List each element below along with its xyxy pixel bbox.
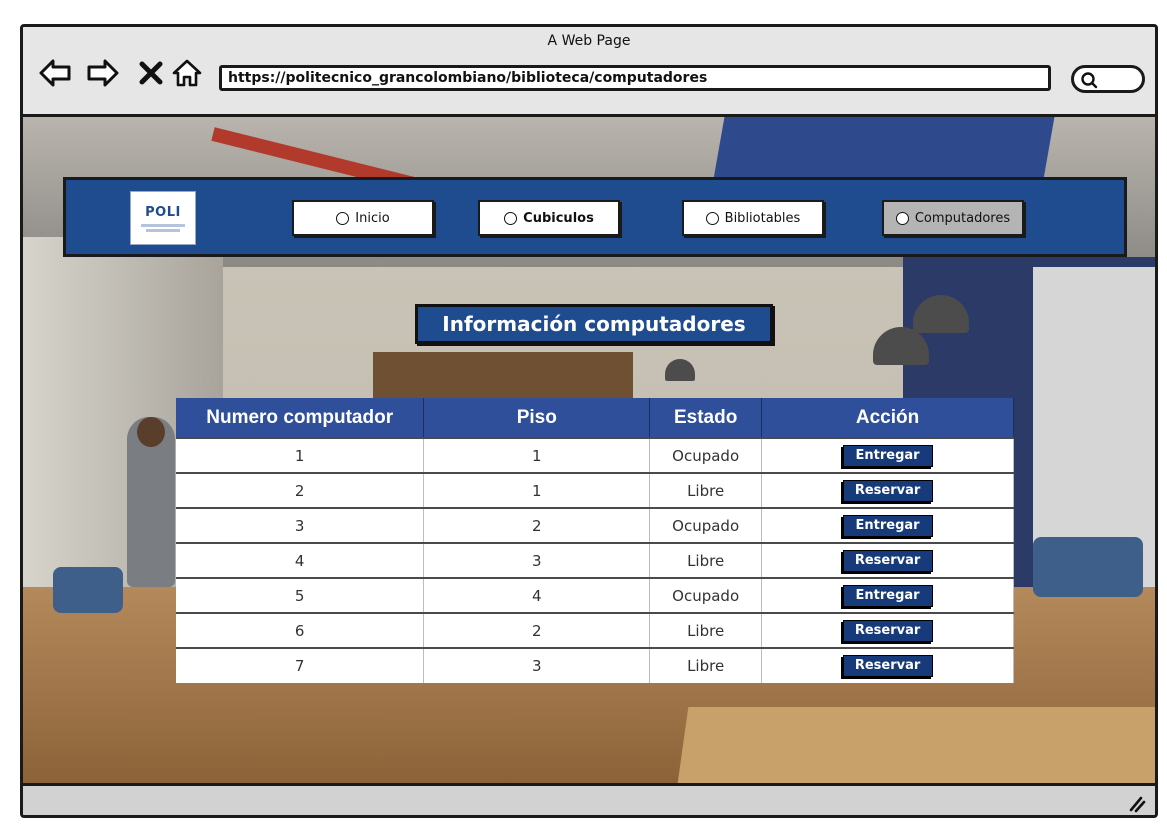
nav-item-label: Computadores — [914, 210, 1011, 226]
cell-estado: Ocupado — [649, 437, 763, 473]
cell-piso: 3 — [423, 542, 651, 578]
cell-accion: Reservar — [761, 542, 1014, 578]
table-row: 3 2 Ocupado Entregar — [176, 507, 1014, 543]
reservar-button[interactable]: Reservar — [842, 619, 933, 642]
cell-accion: Reservar — [761, 647, 1014, 683]
cell-accion: Entregar — [761, 507, 1014, 543]
search-field[interactable] — [1071, 65, 1145, 93]
home-icon[interactable] — [169, 55, 205, 91]
url-bar[interactable]: https://politecnico_grancolombiano/bibli… — [219, 65, 1051, 91]
entregar-button[interactable]: Entregar — [842, 444, 933, 467]
radio-icon — [895, 211, 909, 225]
table-row: 2 1 Libre Reservar — [176, 472, 1014, 508]
background-photo-detail — [677, 707, 1155, 783]
window-title: A Web Page — [547, 33, 631, 49]
nav-item-inicio[interactable]: Inicio — [292, 200, 434, 236]
cell-piso: 2 — [423, 612, 651, 648]
page-viewport: POLI Inicio Cubiculos Bibliotables Compu… — [23, 117, 1155, 783]
browser-window: A Web Page https://politecnico_grancolom… — [20, 24, 1158, 818]
cell-numero: 5 — [176, 577, 425, 613]
cell-numero: 7 — [176, 647, 425, 683]
nav-item-computadores[interactable]: Computadores — [882, 200, 1024, 236]
cell-accion: Reservar — [761, 472, 1014, 508]
cell-numero: 3 — [176, 507, 425, 543]
cell-accion: Reservar — [761, 612, 1014, 648]
nav-item-label: Cubiculos — [523, 210, 594, 226]
entregar-button[interactable]: Entregar — [842, 584, 933, 607]
logo-text: POLI — [145, 204, 181, 220]
table-row: 1 1 Ocupado Entregar — [176, 437, 1014, 473]
browser-titlebar: A Web Page https://politecnico_grancolom… — [23, 27, 1155, 117]
cell-piso: 1 — [423, 437, 651, 473]
cell-estado: Libre — [649, 647, 763, 683]
cell-piso: 3 — [423, 647, 651, 683]
reservar-button[interactable]: Reservar — [842, 549, 933, 572]
background-photo-detail — [665, 359, 695, 381]
cell-estado: Ocupado — [649, 507, 763, 543]
table-row: 4 3 Libre Reservar — [176, 542, 1014, 578]
cell-estado: Libre — [649, 612, 763, 648]
cell-estado: Libre — [649, 472, 763, 508]
poli-logo[interactable]: POLI — [130, 191, 196, 245]
search-icon — [1081, 72, 1098, 89]
logo-subtitle-line — [146, 228, 180, 232]
cell-numero: 2 — [176, 472, 425, 508]
computers-table-container: Numero computador Piso Estado Acción 1 1… — [176, 398, 1014, 683]
cell-accion: Entregar — [761, 437, 1014, 473]
column-header-estado: Estado — [649, 398, 763, 438]
radio-icon — [504, 211, 518, 225]
cell-piso: 4 — [423, 577, 651, 613]
column-header-numero: Numero computador — [176, 398, 425, 438]
nav-item-label: Inicio — [355, 210, 390, 226]
cell-numero: 1 — [176, 437, 425, 473]
site-navbar: POLI Inicio Cubiculos Bibliotables Compu… — [63, 177, 1127, 257]
reservar-button[interactable]: Reservar — [842, 655, 933, 677]
table-row: 5 4 Ocupado Entregar — [176, 577, 1014, 613]
logo-subtitle-line — [141, 223, 185, 227]
resize-grip-icon[interactable] — [1125, 792, 1147, 814]
nav-item-bibliotables[interactable]: Bibliotables — [682, 200, 824, 236]
computers-table: Numero computador Piso Estado Acción 1 1… — [176, 398, 1014, 683]
back-arrow-icon[interactable] — [37, 55, 73, 91]
page-title: Información computadores — [415, 304, 773, 344]
nav-item-label: Bibliotables — [724, 210, 801, 226]
nav-item-cubiculos[interactable]: Cubiculos — [478, 200, 620, 236]
forward-arrow-icon[interactable] — [85, 55, 121, 91]
cell-piso: 2 — [423, 507, 651, 543]
table-row: 7 3 Libre Reservar — [176, 647, 1014, 683]
browser-statusbar — [23, 783, 1155, 815]
radio-icon — [705, 211, 719, 225]
reservar-button[interactable]: Reservar — [842, 479, 933, 502]
cell-estado: Libre — [649, 542, 763, 578]
table-header-row: Numero computador Piso Estado Acción — [176, 398, 1014, 438]
column-header-piso: Piso — [423, 398, 651, 438]
cell-numero: 4 — [176, 542, 425, 578]
radio-icon — [336, 211, 350, 225]
column-header-accion: Acción — [761, 398, 1014, 438]
cell-accion: Entregar — [761, 577, 1014, 613]
entregar-button[interactable]: Entregar — [842, 514, 933, 537]
table-row: 6 2 Libre Reservar — [176, 612, 1014, 648]
cell-estado: Ocupado — [649, 577, 763, 613]
close-icon[interactable] — [133, 55, 169, 91]
background-photo-detail — [53, 567, 123, 613]
cell-numero: 6 — [176, 612, 425, 648]
background-photo-detail — [137, 417, 165, 447]
background-photo-detail — [1033, 537, 1143, 597]
cell-piso: 1 — [423, 472, 651, 508]
